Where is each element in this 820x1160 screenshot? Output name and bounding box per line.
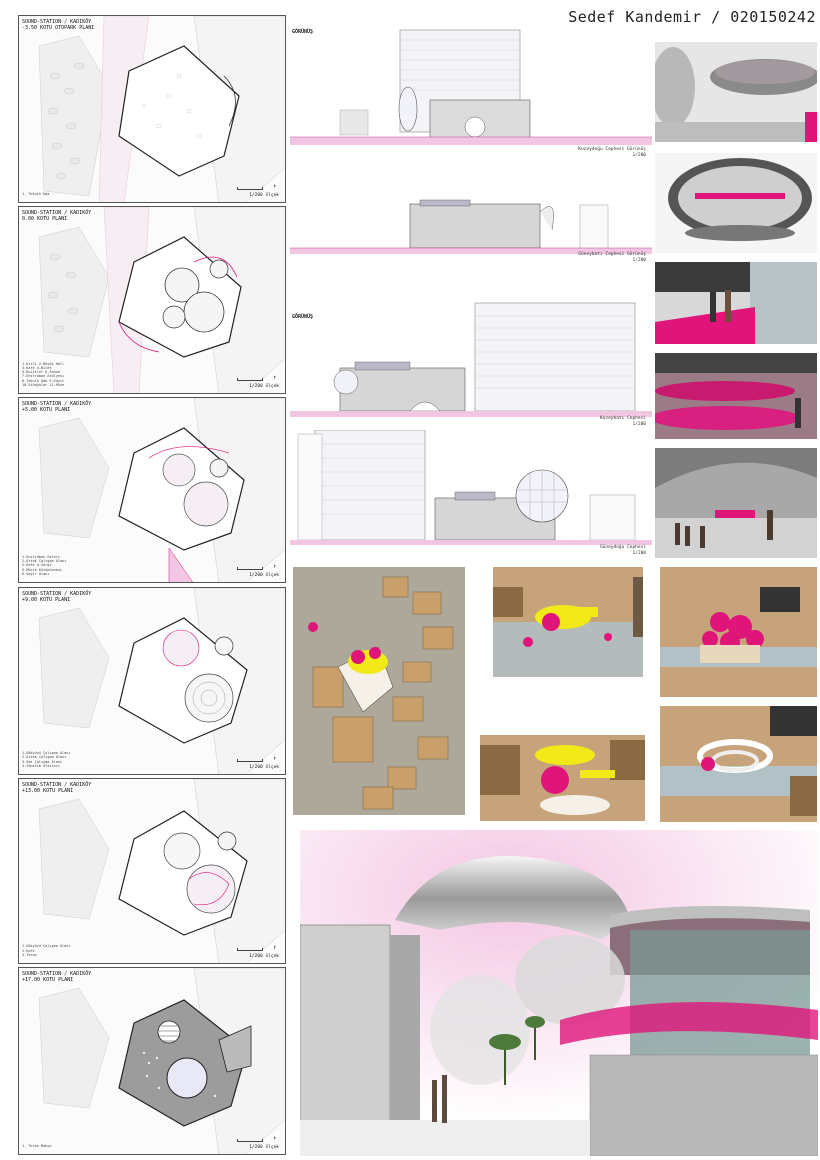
- elevation-drawing: [290, 430, 652, 545]
- elevation-caption: Güneydoğu Cephesi 1/200: [599, 545, 646, 556]
- roof-plan-drawing: [38, 968, 285, 1154]
- render-image: [493, 567, 643, 677]
- elevation-caption: Güneybatı Cephesi Görünüş 1/200: [578, 252, 646, 263]
- north-arrow-icon: ↑: [273, 755, 277, 762]
- scale-bar: [237, 759, 263, 762]
- plan-scale: 1/200 ölçek: [249, 193, 279, 198]
- plan-title: SOUND-STATION / KADIKÖY +17.00 KOTU PLAN…: [22, 971, 92, 983]
- elevation-drawing: [290, 29, 652, 145]
- interior-walkway-render: [655, 262, 817, 344]
- plan-legend: 1-Enstrüman Galeri 2-Ortak Çalışma Alanı …: [22, 554, 67, 576]
- plan-title: SOUND-STATION / KADIKÖY -3.50 KOTU OTOPA…: [22, 19, 95, 31]
- plan-title: SOUND-STATION / KADIKÖY +13.00 KOTU PLAN…: [22, 782, 92, 794]
- plan-legend: 1- Teknik Oda: [22, 191, 50, 196]
- render-image: [300, 830, 818, 1156]
- elevation-northeast: GÖRÜNÜŞ Kuzeydoğu Cephesi Görünüş 1/200: [290, 25, 652, 158]
- render-image: [655, 42, 817, 142]
- plan-sheet-plus-17-00: SOUND-STATION / KADIKÖY +17.00 KOTU PLAN…: [18, 967, 286, 1155]
- elevation-drawing: [290, 302, 652, 417]
- floor-plan-drawing: [38, 588, 285, 774]
- elevation-southeast: Güneydoğu Cephesi 1/200: [290, 430, 652, 556]
- plan-sheet-plus-9-00: SOUND-STATION / KADIKÖY +9.00 KOTU PLANI…: [18, 587, 286, 775]
- scale-bar: [237, 1139, 263, 1142]
- plan-scale: 1/200 ölçek: [249, 573, 279, 578]
- elevation-caption: Kuzeydoğu Cephesi Görünüş 1/200: [578, 147, 646, 158]
- render-image: [480, 735, 645, 821]
- elevation-caption: Kuzeybatı Cephesi 1/200: [599, 416, 646, 427]
- elevation-northwest: GÖRÜNÜŞ Kuzeybatı Cephesi 1/200: [290, 298, 652, 428]
- site-plan-drawing: [19, 16, 285, 202]
- plan-title: SOUND-STATION / KADIKÖY 0.00 KOTU PLANI: [22, 210, 92, 222]
- plan-legend: 1-Gökyüzü Çalışma Alanı 2-Kafe 3-Teras: [22, 944, 71, 957]
- plan-sheet-minus-3-50: SOUND-STATION / KADIKÖY -3.50 KOTU OTOPA…: [18, 15, 286, 203]
- elevation-heading: GÖRÜNÜŞ: [292, 29, 314, 35]
- scale-bar: [237, 567, 263, 570]
- interior-section-render: [655, 153, 817, 253]
- plan-sheet-0-00: SOUND-STATION / KADIKÖY 0.00 KOTU PLANI …: [18, 206, 286, 394]
- plan-sheet-plus-5-00: SOUND-STATION / KADIKÖY +5.00 KOTU PLANI…: [18, 397, 286, 583]
- north-arrow-icon: ↑: [273, 563, 277, 570]
- plan-scale: 1/200 ölçek: [249, 765, 279, 770]
- north-arrow-icon: ↑: [273, 183, 277, 190]
- plan-title: SOUND-STATION / KADIKÖY +5.00 KOTU PLANI: [22, 401, 92, 413]
- scale-bar: [237, 187, 263, 190]
- render-image: [655, 353, 817, 439]
- plan-scale: 1/200 ölçek: [249, 954, 279, 959]
- render-image: [293, 567, 465, 815]
- elevation-southwest: Güneybatı Cephesi Görünüş 1/200: [290, 190, 652, 280]
- render-image: [660, 567, 817, 697]
- render-image: [660, 706, 817, 822]
- elevation-drawing: [290, 199, 652, 254]
- model-photo-3: [660, 567, 817, 697]
- plan-legend: 1-Gökyüzü Çalışma Alanı 2-Ortak Çalışma A…: [22, 751, 71, 768]
- elevation-heading: GÖRÜNÜŞ: [292, 314, 314, 320]
- plan-legend: 1- Teras Bahçe: [22, 1143, 52, 1148]
- exterior-render-1: [655, 42, 817, 142]
- plan-title: SOUND-STATION / KADIKÖY +9.00 KOTU PLANI: [22, 591, 92, 603]
- scale-bar: [237, 948, 263, 951]
- atrium-render: [655, 353, 817, 439]
- plan-scale: 1/200 ölçek: [249, 1145, 279, 1150]
- north-arrow-icon: ↑: [273, 374, 277, 381]
- model-photo-5: [660, 706, 817, 822]
- render-image: [655, 448, 817, 558]
- render-image: [655, 262, 817, 344]
- plan-scale: 1/200 ölçek: [249, 384, 279, 389]
- model-photo-2: [493, 567, 643, 677]
- plaza-render: [655, 448, 817, 558]
- render-image: [655, 153, 817, 253]
- scale-bar: [237, 378, 263, 381]
- model-photo-4: [480, 735, 645, 821]
- main-perspective-render: [300, 830, 818, 1156]
- plan-sheet-plus-13-00: SOUND-STATION / KADIKÖY +13.00 KOTU PLAN…: [18, 778, 286, 964]
- plan-legend: 1-Kirli 2-Büyük Holl 3-Kafe 4-Bilet 5-Kul…: [22, 361, 65, 387]
- north-arrow-icon: ↑: [273, 944, 277, 951]
- model-photo-site: [293, 567, 465, 815]
- floor-plan-drawing: [38, 779, 285, 963]
- north-arrow-icon: ↑: [273, 1135, 277, 1142]
